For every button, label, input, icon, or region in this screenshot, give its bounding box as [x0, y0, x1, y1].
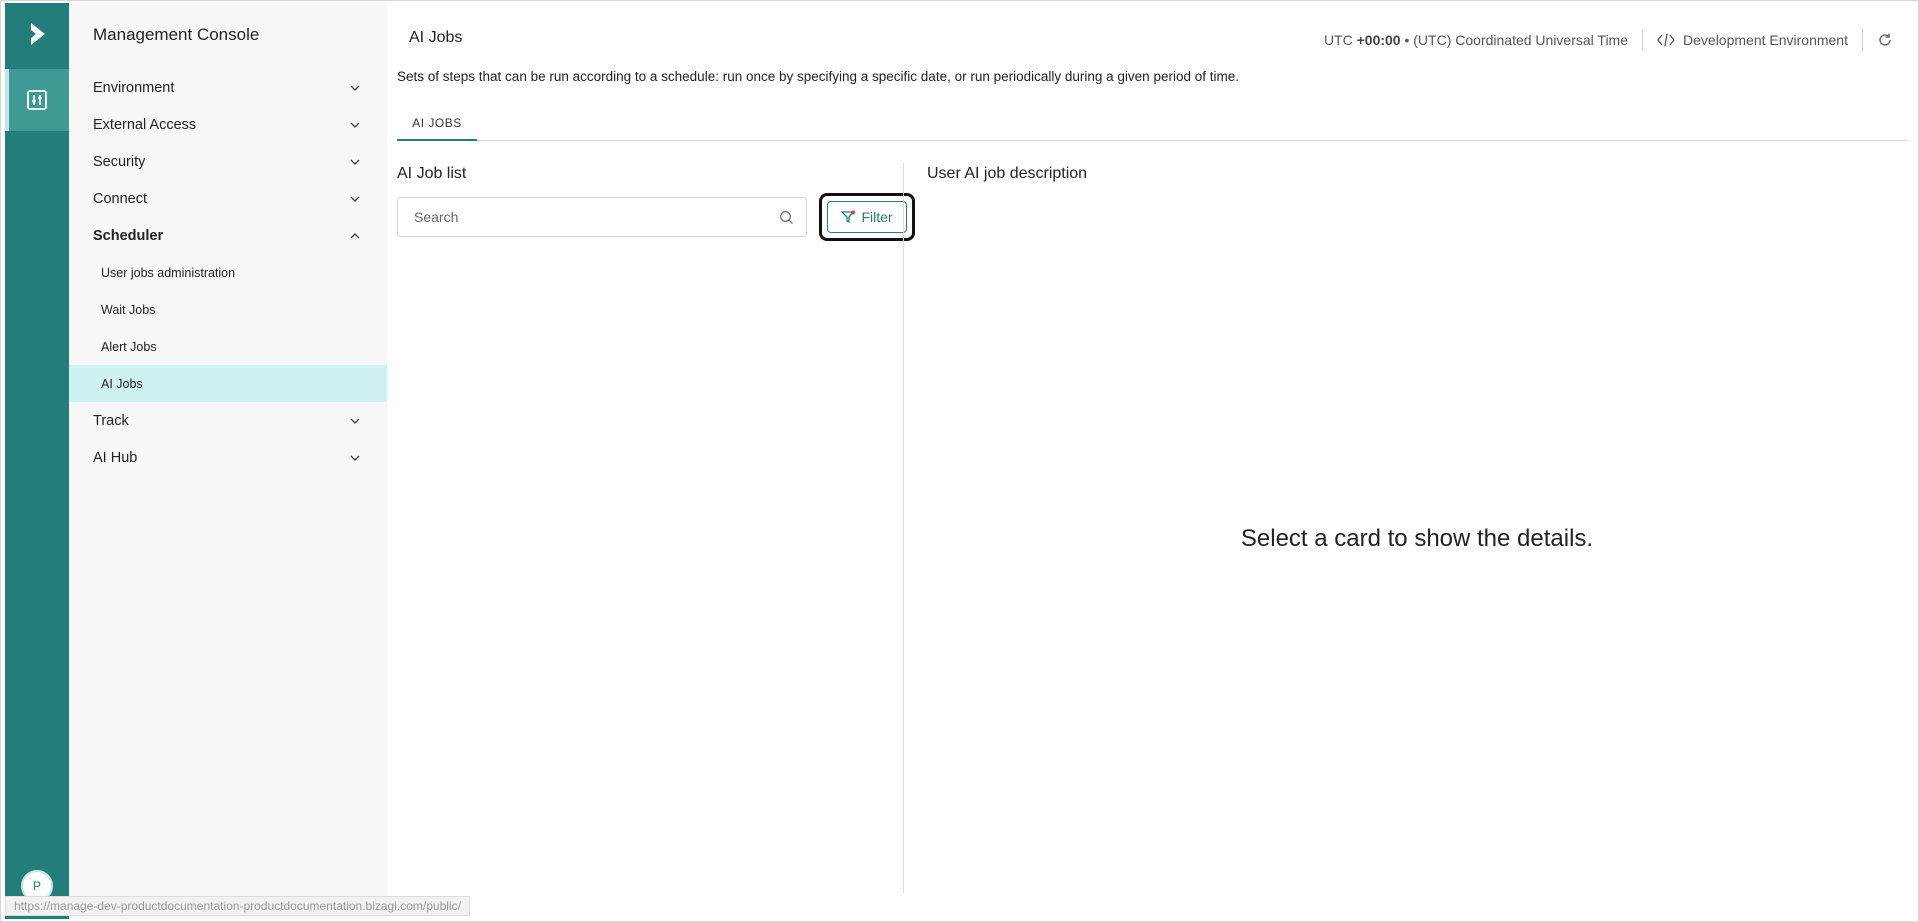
- sidebar-item-external-access[interactable]: External Access: [69, 106, 387, 143]
- sidebar-subitem-user-jobs-administration[interactable]: User jobs administration: [69, 254, 387, 291]
- job-detail-panel: User AI job description Select a card to…: [927, 163, 1907, 893]
- empty-state-message: Select a card to show the details.: [1240, 525, 1594, 552]
- search-box: [397, 197, 807, 237]
- console-settings-icon[interactable]: [5, 69, 69, 131]
- app-rail: P: [5, 3, 69, 919]
- sidebar-item-label: External Access: [93, 116, 197, 133]
- sidebar-subitem-alert-jobs[interactable]: Alert Jobs: [69, 328, 387, 365]
- timezone-label: UTC +00:00 • (UTC) Coordinated Universal…: [1324, 32, 1628, 48]
- main-content: AI Jobs UTC +00:00 • (UTC) Coordinated U…: [387, 3, 1917, 919]
- sidebar-item-label: AI Hub: [93, 449, 138, 466]
- refresh-icon[interactable]: [1877, 32, 1893, 48]
- chevron-down-icon: [350, 122, 360, 128]
- sidebar-item-label: Track: [93, 412, 129, 429]
- environment-label: Development Environment: [1683, 32, 1848, 48]
- sidebar-item-track[interactable]: Track: [69, 402, 387, 439]
- chevron-down-icon: [350, 418, 360, 424]
- toolbar-divider: [1642, 29, 1644, 51]
- timezone-name: • (UTC) Coordinated Universal Time: [1400, 32, 1629, 48]
- search-input[interactable]: [398, 198, 768, 236]
- status-bar-url: https://manage-dev-productdocumentation-…: [5, 896, 470, 916]
- page-title: AI Jobs: [409, 29, 463, 46]
- sidebar-item-label: Security: [93, 153, 146, 170]
- chevron-down-icon: [350, 85, 360, 91]
- code-icon: [1657, 33, 1675, 47]
- filter-button[interactable]: Filter: [827, 201, 907, 233]
- sidebar-subitem-label: AI Jobs: [101, 376, 143, 391]
- sidebar-item-label: Connect: [93, 190, 148, 207]
- chevron-down-icon: [350, 159, 360, 165]
- bizagi-logo-icon[interactable]: [5, 3, 69, 65]
- timezone-offset: +00:00: [1356, 32, 1401, 48]
- filter-button-highlight: Filter: [819, 193, 915, 241]
- tab-bar: AI JOBS: [397, 107, 1907, 141]
- sidebar-item-security[interactable]: Security: [69, 143, 387, 180]
- panel-divider: [903, 163, 904, 893]
- chevron-down-icon: [350, 196, 360, 202]
- sidebar-item-label: Environment: [93, 79, 175, 96]
- search-icon[interactable]: [779, 210, 794, 225]
- sidebar-subitem-label: User jobs administration: [101, 265, 236, 280]
- sidebar-subitem-label: Alert Jobs: [101, 339, 157, 354]
- environment-selector[interactable]: Development Environment: [1657, 32, 1848, 48]
- chevron-up-icon: [350, 233, 360, 239]
- timezone-prefix: UTC: [1323, 32, 1357, 48]
- sidebar-item-ai-hub[interactable]: AI Hub: [69, 439, 387, 476]
- filter-label: Filter: [861, 209, 893, 225]
- sidebar-title: Management Console: [93, 25, 260, 44]
- header-toolbar: UTC +00:00 • (UTC) Coordinated Universal…: [1324, 29, 1893, 51]
- filter-icon: [841, 210, 856, 224]
- sidebar-subitem-label: Wait Jobs: [101, 302, 156, 317]
- sidebar-nav: Environment External Access Security Con…: [69, 69, 387, 476]
- chevron-down-icon: [350, 455, 360, 461]
- toolbar-divider: [1862, 29, 1863, 51]
- sidebar-item-environment[interactable]: Environment: [69, 69, 387, 106]
- job-list-title: AI Job list: [397, 165, 467, 182]
- sidebar-item-label: Scheduler: [93, 227, 164, 244]
- job-detail-title: User AI job description: [927, 165, 1088, 182]
- sidebar: Management Console Environment External …: [69, 3, 387, 919]
- sidebar-item-scheduler[interactable]: Scheduler: [69, 217, 387, 254]
- tab-ai-jobs[interactable]: AI JOBS: [397, 107, 477, 141]
- app-window: P Management Console Environment Externa…: [0, 0, 1919, 922]
- job-list-panel: AI Job list Filter: [397, 163, 915, 893]
- sidebar-item-connect[interactable]: Connect: [69, 180, 387, 217]
- sidebar-subitem-ai-jobs[interactable]: AI Jobs: [69, 365, 387, 402]
- page-description: Sets of steps that can be run according …: [397, 69, 1239, 84]
- sidebar-subitem-wait-jobs[interactable]: Wait Jobs: [69, 291, 387, 328]
